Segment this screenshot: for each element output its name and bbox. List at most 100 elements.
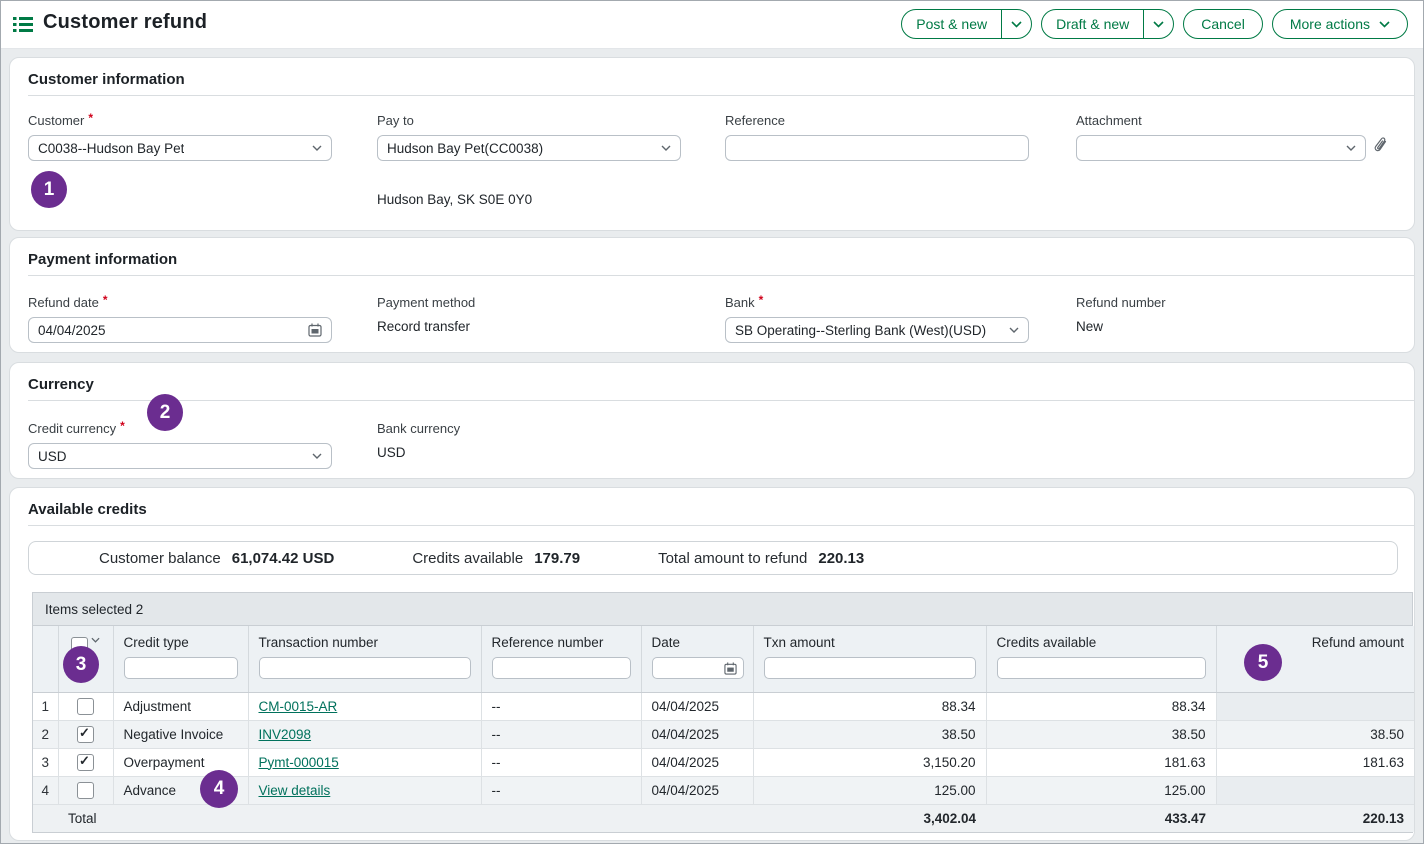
table-row: 1 Adjustment CM-0015-AR -- 04/04/2025 88… [33,692,1414,720]
customer-balance-value: 61,074.42 USD [232,550,335,567]
draft-and-new-label[interactable]: Draft & new [1042,10,1144,38]
txn-amount-cell: 88.34 [753,692,986,720]
action-buttons: Post & new Draft & new Cancel More actio… [901,9,1408,39]
row-checkbox[interactable] [77,726,94,743]
bank-select[interactable]: SB Operating--Sterling Bank (West)(USD) [725,317,1029,343]
row-number: 3 [33,748,58,776]
table-row: 2 Negative Invoice INV2098 -- 04/04/2025… [33,720,1414,748]
section-divider [28,400,1414,401]
refund-date-input[interactable]: 04/04/2025 [28,317,332,343]
step-badge-5: 5 [1244,644,1282,681]
transaction-link[interactable]: Pymt-000015 [259,755,339,770]
more-actions-label[interactable]: More actions [1290,16,1370,32]
credit-type-filter-input[interactable] [124,657,238,679]
reference-number-cell: -- [481,720,641,748]
row-number-header [33,626,58,692]
date-cell: 04/04/2025 [641,720,753,748]
pay-to-select[interactable]: Hudson Bay Pet(CC0038) [377,135,681,161]
step-badge-2: 2 [147,394,183,431]
total-credits-available: 433.47 [986,804,1216,832]
attachment-select[interactable] [1076,135,1366,161]
credits-available-label: Credits available [412,550,523,567]
pay-to-label: Pay to [377,113,414,128]
txn-amount-cell: 38.50 [753,720,986,748]
draft-and-new-button[interactable]: Draft & new [1041,9,1174,39]
reference-number-filter-input[interactable] [492,657,631,679]
transaction-number-cell: CM-0015-AR [248,692,481,720]
reference-input[interactable] [725,135,1029,161]
txn-amount-cell: 125.00 [753,776,986,804]
row-checkbox[interactable] [77,698,94,715]
payment-method-label: Payment method [377,295,475,310]
txn-amount-cell: 3,150.20 [753,748,986,776]
chevron-down-icon [1009,327,1019,333]
more-actions-button[interactable]: More actions [1272,9,1408,39]
credits-summary-bar: Customer balance 61,074.42 USD Credits a… [28,541,1398,575]
credit-type-header: Credit type [113,626,248,692]
transaction-number-cell: INV2098 [248,720,481,748]
txn-amount-header: Txn amount [753,626,986,692]
transaction-number-filter-input[interactable] [259,657,471,679]
date-filter-input[interactable] [652,657,744,679]
refund-number-field: Refund number New [1076,295,1380,334]
step-badge-3: 3 [63,646,99,683]
attachment-label: Attachment [1076,113,1142,128]
customer-refund-page: Customer refund Post & new Draft & new C… [0,0,1424,844]
credit-type-cell: Negative Invoice [113,720,248,748]
row-select-cell [58,748,113,776]
row-select-cell [58,692,113,720]
row-checkbox[interactable] [77,754,94,771]
total-amount-to-refund: Total amount to refund 220.13 [658,550,864,567]
credit-currency-select[interactable]: USD [28,443,332,469]
bank-currency-value: USD [377,445,681,460]
select-all-chevron-icon[interactable] [91,637,100,643]
refund-amount-cell[interactable]: 181.63 [1216,748,1414,776]
credits-available-summary: Credits available 179.79 [412,550,580,567]
section-divider [28,275,1414,276]
credit-currency-label: Credit currency [28,421,116,436]
reference-number-header: Reference number [481,626,641,692]
credits-available-filter-input[interactable] [997,657,1206,679]
cancel-button[interactable]: Cancel [1183,9,1263,39]
reference-field: Reference [725,113,1029,161]
chevron-down-icon [312,453,322,459]
credits-available-header: Credits available [986,626,1216,692]
date-header: Date [641,626,753,692]
refund-amount-cell[interactable] [1216,776,1414,804]
credit-type-cell: Adjustment [113,692,248,720]
row-select-cell [58,720,113,748]
chevron-down-icon [1346,145,1356,151]
post-and-new-button[interactable]: Post & new [901,9,1032,39]
reference-number-cell: -- [481,692,641,720]
refund-amount-cell[interactable] [1216,692,1414,720]
total-txn-amount: 3,402.04 [753,804,986,832]
step-badge-1: 1 [31,171,67,208]
post-and-new-label[interactable]: Post & new [902,10,1002,38]
pay-to-value: Hudson Bay Pet(CC0038) [387,141,543,156]
credit-currency-value: USD [38,449,67,464]
row-checkbox[interactable] [77,782,94,799]
section-heading: Customer information [28,71,185,88]
txn-amount-filter-input[interactable] [764,657,976,679]
customer-label: Customer [28,113,84,128]
refund-amount-cell[interactable]: 38.50 [1216,720,1414,748]
items-selected-bar: Items selected 2 [33,593,1412,626]
paperclip-icon[interactable] [1374,137,1388,159]
bank-currency-label: Bank currency [377,421,460,436]
post-and-new-chevron-icon[interactable] [1002,10,1031,38]
required-marker: * [120,421,125,431]
transaction-link[interactable]: CM-0015-AR [259,699,338,714]
date-cell: 04/04/2025 [641,748,753,776]
list-menu-icon[interactable] [13,16,33,38]
transaction-link[interactable]: INV2098 [259,727,312,742]
more-actions-chevron-icon[interactable] [1379,21,1390,28]
required-marker: * [759,295,764,305]
view-details-link[interactable]: View details [259,783,331,798]
draft-and-new-chevron-icon[interactable] [1144,10,1173,38]
section-divider [28,95,1414,96]
total-refund-label: Total amount to refund [658,550,807,567]
row-select-cell [58,776,113,804]
refund-number-label: Refund number [1076,295,1166,310]
customer-balance-label: Customer balance [99,550,221,567]
customer-select[interactable]: C0038--Hudson Bay Pet [28,135,332,161]
